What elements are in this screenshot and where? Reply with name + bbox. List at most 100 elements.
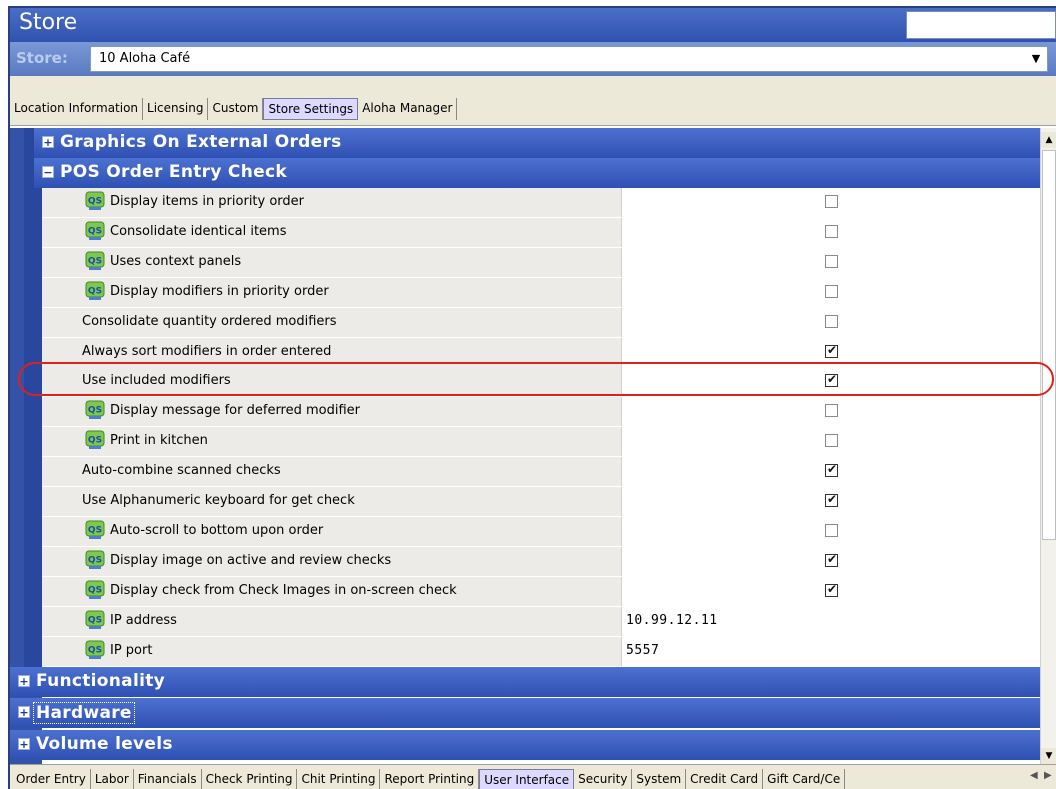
- property-row[interactable]: QS IP port 5557: [42, 636, 1040, 666]
- bottom-tab-bar: Order Entry Labor Financials Check Printing…: [12, 769, 846, 789]
- top-tab-bar: Location Information Licensing Custom Store…: [10, 98, 458, 120]
- tab-licensing[interactable]: Licensing: [143, 98, 209, 120]
- property-text-value[interactable]: 10.99.12.11: [626, 613, 718, 628]
- property-row[interactable]: Use Alphanumeric keyboard for get check: [42, 487, 1040, 516]
- property-value-cell[interactable]: [622, 397, 1040, 427]
- plus-box-icon[interactable]: +: [18, 738, 30, 750]
- property-row[interactable]: QS Consolidate identical items: [42, 217, 1040, 247]
- scroll-up-icon[interactable]: ▲: [1041, 132, 1056, 148]
- tab-security[interactable]: Security: [574, 769, 633, 789]
- title-search-field[interactable]: [906, 11, 1056, 39]
- property-row[interactable]: QS Uses context panels: [42, 247, 1040, 277]
- property-checkbox[interactable]: [825, 434, 838, 448]
- property-row[interactable]: QS Print in kitchen: [42, 427, 1040, 457]
- tab-credit-card[interactable]: Credit Card: [686, 769, 764, 789]
- property-value-cell[interactable]: 5557: [622, 636, 1040, 666]
- tab-custom[interactable]: Custom: [208, 98, 264, 120]
- property-checkbox[interactable]: [825, 343, 838, 358]
- scroll-down-icon[interactable]: ▼: [1041, 748, 1056, 764]
- property-row[interactable]: QS Display modifiers in priority order: [42, 277, 1040, 307]
- vertical-scrollbar[interactable]: ▲ ▼: [1040, 128, 1056, 764]
- property-value-cell[interactable]: [622, 487, 1040, 516]
- property-value-cell[interactable]: [622, 576, 1040, 606]
- property-value-cell[interactable]: [622, 307, 1040, 337]
- property-value-cell[interactable]: 10.99.12.11: [622, 606, 1040, 636]
- group-label: Volume levels: [36, 734, 173, 754]
- plus-box-icon[interactable]: +: [18, 706, 30, 718]
- property-label: Use included modifiers: [82, 373, 231, 389]
- property-value-cell[interactable]: [622, 188, 1040, 217]
- property-checkbox[interactable]: [825, 552, 838, 567]
- quick-service-icon: QS: [85, 520, 105, 540]
- scroll-thumb[interactable]: [1042, 150, 1056, 540]
- property-row[interactable]: Auto-combine scanned checks: [42, 457, 1040, 487]
- property-row[interactable]: QS Display items in priority order: [42, 188, 1040, 217]
- property-checkbox[interactable]: [825, 224, 838, 238]
- property-value-cell[interactable]: [622, 516, 1040, 546]
- property-checkbox[interactable]: [825, 254, 838, 268]
- store-dropdown[interactable]: 10 Aloha Café ▼: [90, 46, 1048, 72]
- tab-financials[interactable]: Financials: [133, 769, 202, 789]
- group-pos-order-entry-check[interactable]: − POS Order Entry Check: [34, 158, 1040, 188]
- plus-box-icon[interactable]: +: [18, 675, 30, 687]
- tab-labor[interactable]: Labor: [90, 769, 134, 789]
- property-row[interactable]: Use included modifiers: [42, 367, 1040, 397]
- property-row[interactable]: QS Display image on active and review che…: [42, 546, 1040, 576]
- property-grid: + Graphics On External Orders − POS Orde…: [10, 128, 1040, 764]
- property-checkbox[interactable]: [825, 372, 838, 388]
- tab-user-interface[interactable]: User Interface: [479, 769, 575, 789]
- tab-system[interactable]: System: [632, 769, 687, 789]
- property-label: Consolidate quantity ordered modifiers: [82, 313, 337, 329]
- property-value-cell[interactable]: [622, 247, 1040, 277]
- property-row[interactable]: QS Display check from Check Images in on-…: [42, 576, 1040, 606]
- tab-report-printing[interactable]: Report Printing: [380, 769, 480, 789]
- tab-scroll-right-icon[interactable]: ▶: [1044, 770, 1052, 781]
- property-value-cell[interactable]: [622, 337, 1040, 367]
- property-checkbox[interactable]: [825, 523, 838, 537]
- tab-order-entry[interactable]: Order Entry: [12, 769, 91, 789]
- tab-chit-printing[interactable]: Chit Printing: [297, 769, 381, 789]
- property-name-cell: Use Alphanumeric keyboard for get check: [42, 487, 622, 516]
- property-checkbox[interactable]: [825, 462, 838, 478]
- property-name-cell: QS Consolidate identical items: [42, 217, 622, 247]
- property-name-cell: Auto-combine scanned checks: [42, 457, 622, 487]
- tab-scroll-left-icon[interactable]: ◀: [1030, 770, 1038, 781]
- property-checkbox[interactable]: [825, 195, 838, 208]
- property-value-cell[interactable]: [622, 546, 1040, 576]
- property-row[interactable]: QS Display message for deferred modifier: [42, 397, 1040, 427]
- property-value-cell[interactable]: [622, 427, 1040, 457]
- property-checkbox[interactable]: [825, 492, 838, 507]
- property-label: Display items in priority order: [110, 194, 305, 209]
- group-functionality[interactable]: + Functionality: [10, 667, 1040, 697]
- property-label: Display modifiers in priority order: [110, 283, 329, 299]
- tab-store-settings[interactable]: Store Settings: [263, 98, 359, 120]
- property-checkbox[interactable]: [825, 404, 838, 418]
- group-volume-levels[interactable]: + Volume levels: [10, 730, 1040, 760]
- property-value-cell[interactable]: [622, 217, 1040, 247]
- property-value-cell[interactable]: [622, 457, 1040, 487]
- tab-location-information[interactable]: Location Information: [10, 98, 144, 120]
- property-row[interactable]: QS Auto-scroll to bottom upon order: [42, 516, 1040, 546]
- property-label: Auto-combine scanned checks: [82, 463, 281, 479]
- property-checkbox[interactable]: [825, 314, 838, 328]
- group-label: POS Order Entry Check: [60, 162, 287, 182]
- group-hardware[interactable]: + Hardware: [10, 698, 1040, 728]
- property-row[interactable]: QS IP address 10.99.12.11: [42, 606, 1040, 636]
- property-checkbox[interactable]: [825, 284, 838, 298]
- tab-gift-card-ce[interactable]: Gift Card/Ce: [763, 769, 846, 789]
- svg-text:QS: QS: [88, 197, 102, 207]
- svg-text:QS: QS: [88, 645, 102, 655]
- property-value-cell[interactable]: [622, 367, 1040, 397]
- group-graphics-on-external-orders[interactable]: + Graphics On External Orders: [34, 128, 1040, 158]
- property-value-cell[interactable]: [622, 277, 1040, 307]
- plus-box-icon[interactable]: +: [42, 136, 54, 148]
- tab-check-printing[interactable]: Check Printing: [201, 769, 298, 789]
- property-row[interactable]: Consolidate quantity ordered modifiers: [42, 307, 1040, 337]
- property-checkbox[interactable]: [825, 582, 838, 597]
- property-row[interactable]: Always sort modifiers in order entered: [42, 337, 1040, 367]
- chevron-down-icon[interactable]: ▼: [1025, 47, 1047, 71]
- property-name-cell: QS Display image on active and review che…: [42, 546, 622, 576]
- tab-aloha-manager[interactable]: Aloha Manager: [358, 98, 458, 120]
- minus-box-icon[interactable]: −: [42, 166, 54, 178]
- property-text-value[interactable]: 5557: [626, 643, 659, 658]
